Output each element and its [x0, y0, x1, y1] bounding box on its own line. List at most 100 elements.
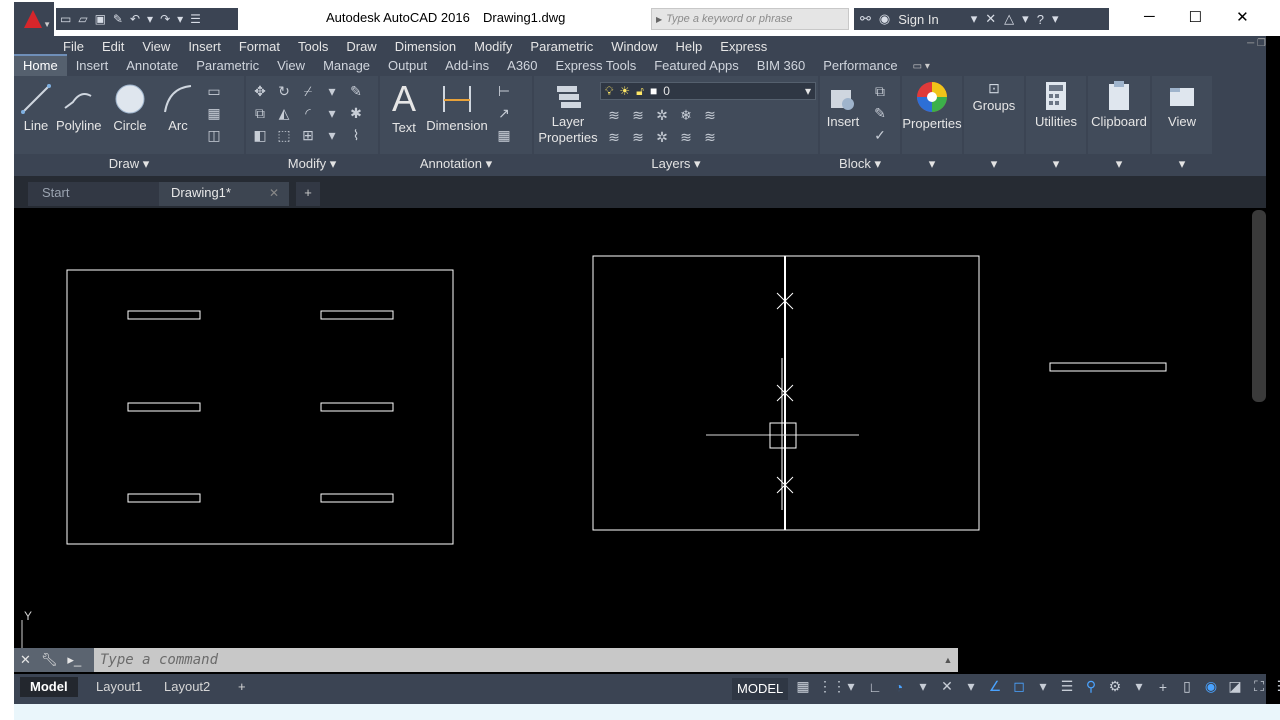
- boundary-icon[interactable]: ◫: [204, 126, 224, 144]
- view-dropdown-icon[interactable]: ▾: [1152, 154, 1212, 174]
- view-panel[interactable]: View ▾: [1152, 76, 1212, 174]
- tab-a360[interactable]: A360: [498, 56, 546, 76]
- rectangle-icon[interactable]: ▭: [204, 82, 224, 100]
- tab-express-tools[interactable]: Express Tools: [547, 56, 646, 76]
- annotation-scale-icon[interactable]: ⚲: [1082, 678, 1100, 695]
- groups-dropdown-icon[interactable]: ▾: [964, 154, 1024, 174]
- block-panel-title[interactable]: Block ▾: [820, 154, 900, 174]
- menu-help[interactable]: Help: [667, 39, 712, 54]
- offset-icon[interactable]: ⌇: [346, 126, 366, 144]
- dropdown-icon[interactable]: ▾: [322, 126, 342, 144]
- utilities-button[interactable]: Utilities: [1026, 80, 1086, 130]
- layer-isolate-icon[interactable]: ✲: [652, 106, 672, 124]
- block-attributes-icon[interactable]: ✓: [870, 126, 890, 144]
- clipboard-dropdown-icon[interactable]: ▾: [1088, 154, 1150, 174]
- units-icon[interactable]: ▯: [1178, 678, 1196, 695]
- tab-annotate[interactable]: Annotate: [117, 56, 187, 76]
- explode-icon[interactable]: ✱: [346, 104, 366, 122]
- exchange-apps-icon[interactable]: ✕: [985, 11, 996, 27]
- chevron-down-icon[interactable]: ▾: [971, 11, 978, 27]
- menu-tools[interactable]: Tools: [289, 39, 337, 54]
- layer-current-icon[interactable]: ≋: [604, 128, 624, 146]
- tab-add-ins[interactable]: Add-ins: [436, 56, 498, 76]
- customize-qat-icon[interactable]: ☰: [190, 12, 201, 26]
- tab-drawing1[interactable]: Drawing1* ✕: [159, 182, 289, 206]
- redo-dropdown-icon[interactable]: ▾: [177, 12, 183, 26]
- ribbon-minimize-icon[interactable]: ▭ ▾: [913, 61, 930, 76]
- view-button[interactable]: View: [1152, 80, 1212, 130]
- maximize-icon[interactable]: ☐: [1189, 8, 1202, 26]
- menu-parametric[interactable]: Parametric: [521, 39, 602, 54]
- doc-window-controls-icon[interactable]: ─ ❐: [1247, 38, 1266, 49]
- properties-button[interactable]: Properties: [902, 80, 962, 132]
- insert-button[interactable]: Insert: [822, 82, 864, 130]
- tab-performance[interactable]: Performance: [814, 56, 906, 76]
- tab-model[interactable]: Model: [20, 677, 78, 697]
- hatch-icon[interactable]: ▦: [204, 104, 224, 122]
- command-input[interactable]: [94, 649, 938, 671]
- model-space-button[interactable]: MODEL: [732, 678, 789, 700]
- command-history-icon[interactable]: ▲: [938, 655, 958, 665]
- fillet-icon[interactable]: ◜: [298, 104, 318, 122]
- lineweight-icon[interactable]: ☰: [1058, 678, 1076, 695]
- navigation-bar[interactable]: [1252, 210, 1266, 402]
- menu-draw[interactable]: Draw: [337, 39, 385, 54]
- polyline-button[interactable]: Polyline: [56, 82, 102, 134]
- close-command-icon[interactable]: ✕: [20, 652, 31, 668]
- menu-express[interactable]: Express: [711, 39, 776, 54]
- sign-in-link[interactable]: Sign In: [898, 12, 938, 27]
- object-snap-icon[interactable]: ◻: [1010, 678, 1028, 695]
- clipboard-button[interactable]: Clipboard: [1088, 80, 1150, 130]
- rotate-icon[interactable]: ↻: [274, 82, 294, 100]
- chevron-down-icon[interactable]: ▾: [914, 678, 932, 695]
- layers-panel-title[interactable]: Layers ▾: [534, 154, 818, 174]
- new-tab-button[interactable]: +: [296, 182, 320, 206]
- chevron-down-icon[interactable]: ▾: [842, 678, 860, 695]
- layer-match-icon[interactable]: ≋: [604, 106, 624, 124]
- clipboard-panel[interactable]: Clipboard ▾: [1088, 76, 1150, 174]
- chevron-down-icon[interactable]: ▾: [962, 678, 980, 695]
- binoculars-icon[interactable]: ⚯: [860, 11, 871, 27]
- undo-dropdown-icon[interactable]: ▾: [147, 12, 153, 26]
- polar-tracking-icon[interactable]: ◔: [890, 679, 908, 695]
- tab-view[interactable]: View: [268, 56, 314, 76]
- utilities-panel[interactable]: Utilities ▾: [1026, 76, 1086, 174]
- new-file-icon[interactable]: ▭: [60, 12, 71, 26]
- modify-panel-title[interactable]: Modify ▾: [246, 154, 378, 174]
- menu-dimension[interactable]: Dimension: [386, 39, 465, 54]
- move-icon[interactable]: ✥: [250, 82, 270, 100]
- copy-icon[interactable]: ⧉: [250, 104, 270, 122]
- utilities-dropdown-icon[interactable]: ▾: [1026, 154, 1086, 174]
- groups-button[interactable]: ⊡ Groups: [964, 80, 1024, 114]
- array-icon[interactable]: ⊞: [298, 126, 318, 144]
- create-block-icon[interactable]: ⧉: [870, 82, 890, 100]
- menu-insert[interactable]: Insert: [179, 39, 230, 54]
- groups-panel[interactable]: ⊡ Groups ▾: [964, 76, 1024, 174]
- help-icon[interactable]: ?: [1037, 12, 1044, 27]
- properties-panel[interactable]: Properties ▾: [902, 76, 962, 174]
- edit-block-icon[interactable]: ✎: [870, 104, 890, 122]
- chevron-down-icon[interactable]: ▾: [1130, 678, 1148, 695]
- expand-icon[interactable]: ▶: [652, 15, 666, 24]
- dimension-button[interactable]: Dimension: [426, 82, 488, 134]
- layer-dropdown[interactable]: 💡︎ ☀ 🔓︎ ■ 0 ▾: [600, 82, 816, 100]
- save-as-icon[interactable]: ✎: [113, 12, 123, 26]
- dropdown-icon[interactable]: ▾: [322, 104, 342, 122]
- menu-window[interactable]: Window: [602, 39, 666, 54]
- customize-icon[interactable]: ☰: [1274, 678, 1280, 695]
- chevron-down-icon[interactable]: ▾: [1022, 11, 1029, 27]
- tab-featured-apps[interactable]: Featured Apps: [645, 56, 748, 76]
- layer-lock-icon[interactable]: ≋: [676, 128, 696, 146]
- chevron-down-icon[interactable]: ▾: [1034, 678, 1052, 695]
- dropdown-icon[interactable]: ▾: [322, 82, 342, 100]
- close-icon[interactable]: ✕: [1236, 8, 1249, 26]
- tab-layout1[interactable]: Layout1: [86, 677, 152, 697]
- linear-dim-icon[interactable]: ⊢: [494, 82, 514, 100]
- ortho-icon[interactable]: ∟: [866, 679, 884, 695]
- clean-screen-icon[interactable]: ⛶: [1250, 678, 1268, 695]
- properties-dropdown-icon[interactable]: ▾: [902, 154, 962, 174]
- chevron-down-icon[interactable]: ▾: [1052, 11, 1059, 27]
- object-snap-tracking-icon[interactable]: ∠: [986, 678, 1004, 695]
- leader-icon[interactable]: ↗: [494, 104, 514, 122]
- stretch-icon[interactable]: ◧: [250, 126, 270, 144]
